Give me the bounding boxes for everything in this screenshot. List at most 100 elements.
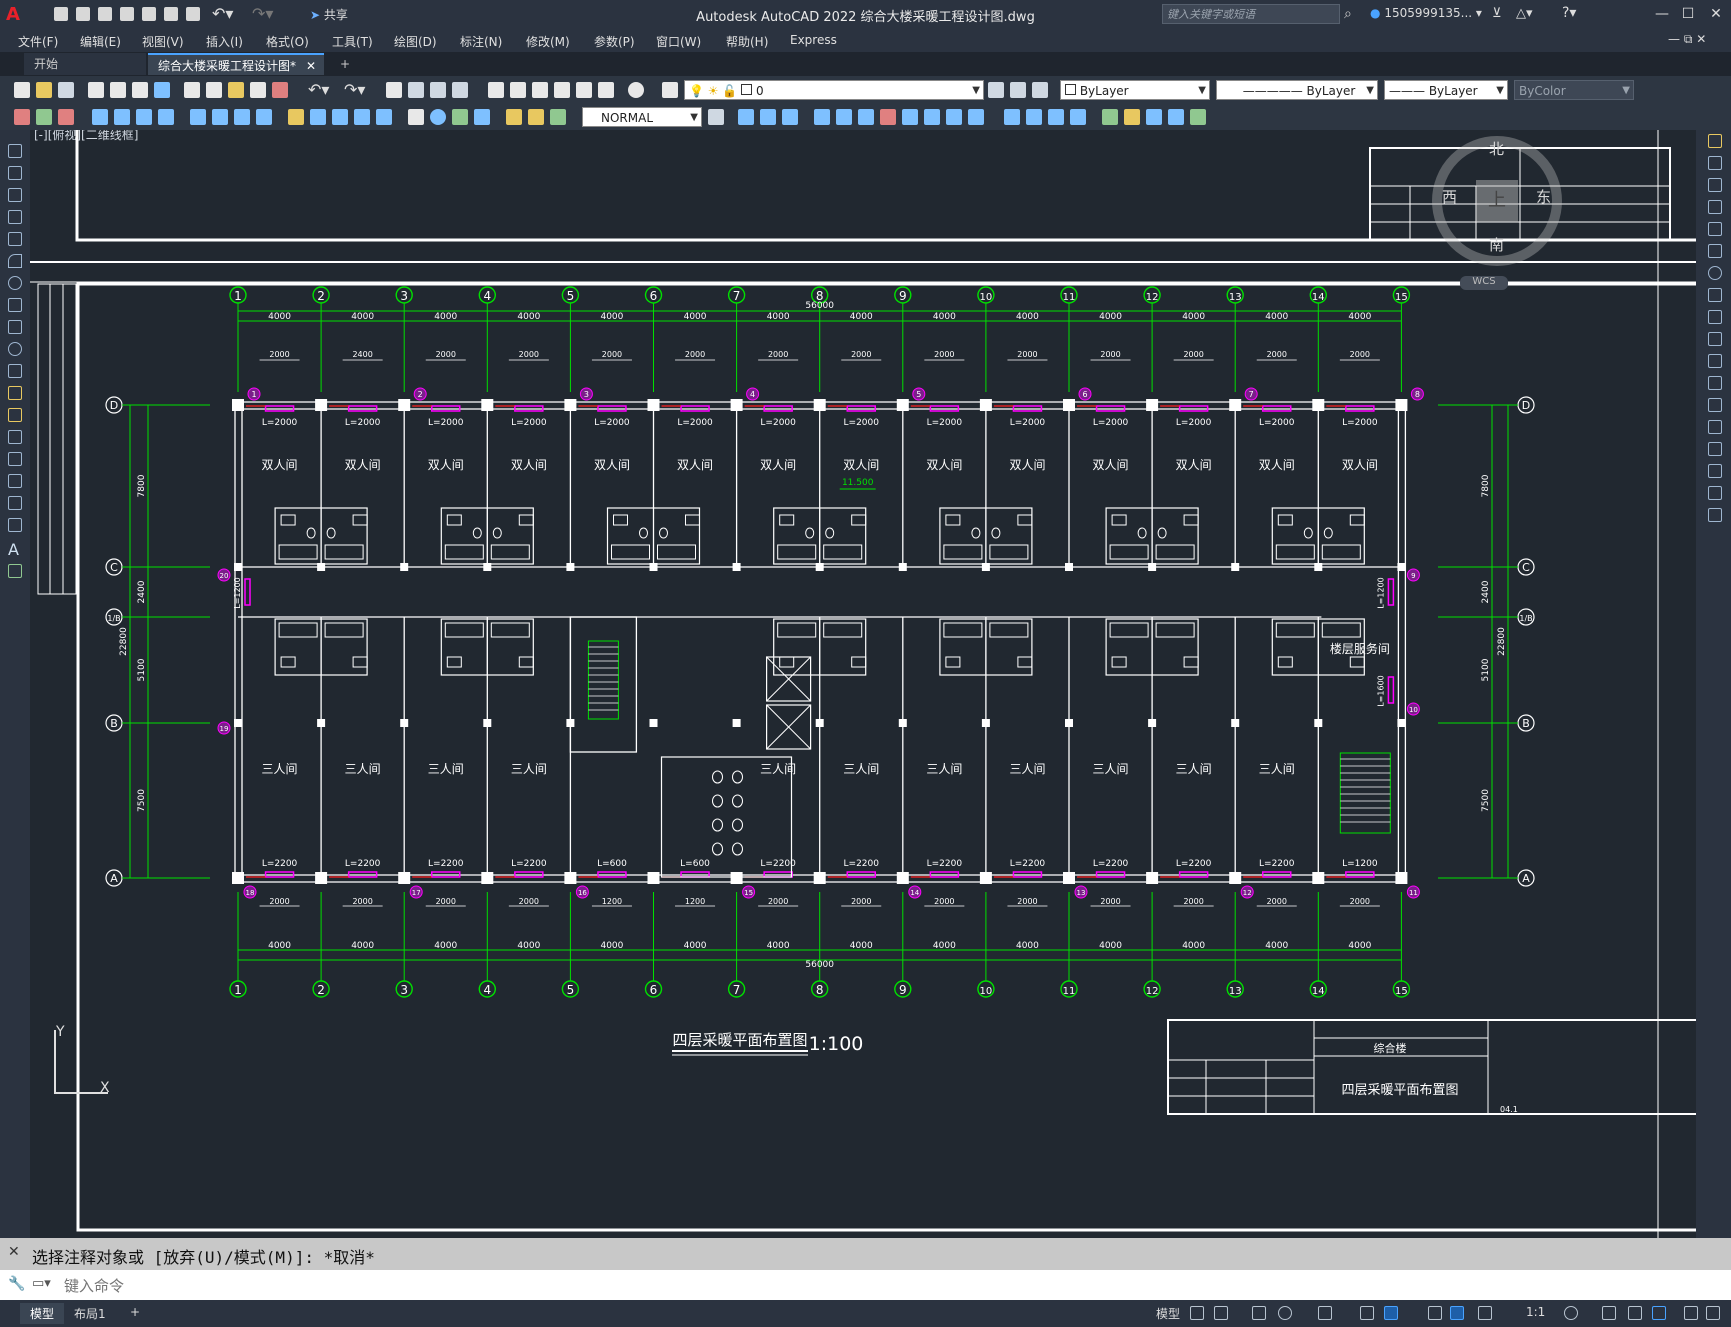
model-space-button[interactable]: 模型 [1146,1303,1190,1324]
dim-style-icon[interactable] [708,109,724,125]
view-icon-3[interactable] [782,109,798,125]
render-icon-7[interactable] [1146,109,1162,125]
render-icon-6[interactable] [1124,109,1140,125]
center-mark-icon[interactable] [430,109,446,125]
rotate-icon[interactable] [1708,266,1722,280]
menu-tools[interactable]: 工具(T) [332,33,373,50]
radius-dim-icon[interactable] [190,109,206,125]
inspection-icon[interactable] [452,109,468,125]
customize-status-icon[interactable] [1706,1306,1720,1320]
isodraft-icon[interactable] [1318,1306,1332,1320]
ucs-icon-5[interactable] [902,109,918,125]
fillet-icon[interactable] [1708,464,1722,478]
linear-dim-icon[interactable] [92,109,108,125]
quickcalc-icon[interactable] [598,82,614,98]
arc-length-icon[interactable] [136,109,152,125]
move-icon[interactable] [1708,244,1722,258]
join-icon[interactable] [1708,420,1722,434]
polyline-icon[interactable] [8,188,22,202]
command-close-icon[interactable]: ✕ [8,1244,20,1260]
trim-icon[interactable] [1708,332,1722,346]
dim-space-icon[interactable] [354,109,370,125]
doc-window-controls[interactable]: — ⧉ ✕ [1668,32,1706,47]
ucs-icon-7[interactable] [946,109,962,125]
ordinate-dim-icon[interactable] [158,109,174,125]
ucs-icon-6[interactable] [924,109,940,125]
menu-insert[interactable]: 插入(I) [206,33,243,50]
command-input[interactable] [62,1273,1726,1299]
menu-view[interactable]: 视图(V) [142,33,184,50]
render-icon-1[interactable] [1004,109,1020,125]
minimize-button[interactable]: — [1650,4,1674,24]
undo-icon[interactable]: ↶▾ [308,80,329,99]
lineweight-icon[interactable] [1428,1306,1442,1320]
ucs-icon-8[interactable] [968,109,984,125]
jogged-dim-icon[interactable] [212,109,228,125]
plot-preview-icon[interactable] [110,82,126,98]
ucs-icon-4[interactable] [880,109,896,125]
baseline-dim-icon[interactable] [310,109,326,125]
tolerance-icon[interactable] [408,109,424,125]
ucs-icon-2[interactable] [836,109,852,125]
fullscreen-icon[interactable] [1684,1306,1698,1320]
viewcube[interactable]: 上 北 南 东 西 [1432,136,1562,266]
spline-icon[interactable] [8,320,22,334]
markup-icon[interactable] [576,82,592,98]
close-button[interactable]: ✕ [1704,4,1728,24]
gradient-icon[interactable] [8,474,22,488]
render-icon-9[interactable] [1190,109,1206,125]
render-icon-3[interactable] [1048,109,1064,125]
hatch-icon[interactable] [8,452,22,466]
close-tab-icon[interactable]: ✕ [306,55,316,77]
layer-properties-icon[interactable] [662,82,678,98]
revcloud-icon[interactable] [8,298,22,312]
array-icon[interactable] [1708,222,1722,236]
publish-icon[interactable] [132,82,148,98]
menu-window[interactable]: 窗口(W) [656,33,701,50]
zoom-window-icon[interactable] [430,82,446,98]
chamfer-icon[interactable] [1708,442,1722,456]
menu-help[interactable]: 帮助(H) [726,33,768,50]
mtext-icon[interactable]: A [8,540,19,559]
menu-edit[interactable]: 编辑(E) [80,33,121,50]
render-icon-5[interactable] [1102,109,1118,125]
jogged-linear-icon[interactable] [474,109,490,125]
plotstyle-dropdown[interactable]: ByColor ▼ [1514,80,1634,100]
break-at-point-icon[interactable] [1708,376,1722,390]
redo-icon[interactable]: ↷▾ [344,80,365,99]
osnap-icon[interactable] [1384,1306,1398,1320]
render-icon-2[interactable] [1026,109,1042,125]
tab-start[interactable]: 开始 [24,53,146,75]
angle-icon[interactable] [1360,1306,1374,1320]
dim-edit-icon[interactable] [506,109,522,125]
ucs-icon-1[interactable] [814,109,830,125]
blend-icon[interactable] [1708,486,1722,500]
region-icon[interactable] [8,496,22,510]
dim-update-icon[interactable] [550,109,566,125]
sheet-set-icon[interactable] [554,82,570,98]
add-layout-button[interactable]: + [120,1303,150,1321]
layer-dropdown[interactable]: 💡 ☀ 🔓 0 ▼ [684,80,984,100]
line-icon[interactable] [8,144,22,158]
annotation-icon[interactable] [1450,1306,1464,1320]
make-current-layer-icon[interactable] [988,82,1004,98]
continue-dim-icon[interactable] [332,109,348,125]
quick-dim-icon[interactable] [288,109,304,125]
scale-icon[interactable] [1708,288,1722,302]
construction-line-icon[interactable] [8,166,22,180]
annotation-scale-icon[interactable] [1478,1306,1492,1320]
plus-icon[interactable] [1602,1306,1616,1320]
tool-palettes-icon[interactable] [532,82,548,98]
user-button[interactable]: ● 1505999135... ▾ [1370,6,1482,20]
viewcube-top-face[interactable]: 上 [1476,180,1518,222]
ellipse-icon[interactable] [8,342,22,356]
search-icon[interactable]: ⌕ [1344,6,1352,22]
break-icon[interactable] [1708,398,1722,412]
ortho-icon[interactable] [1252,1306,1266,1320]
snap-icon[interactable] [1214,1306,1228,1320]
customize-icon[interactable]: 🔧 [8,1276,25,1292]
layer-state-icon[interactable] [1032,82,1048,98]
rectangle-icon[interactable] [8,232,22,246]
settings-gear-icon[interactable] [1564,1306,1578,1320]
grid-icon[interactable] [1190,1306,1204,1320]
